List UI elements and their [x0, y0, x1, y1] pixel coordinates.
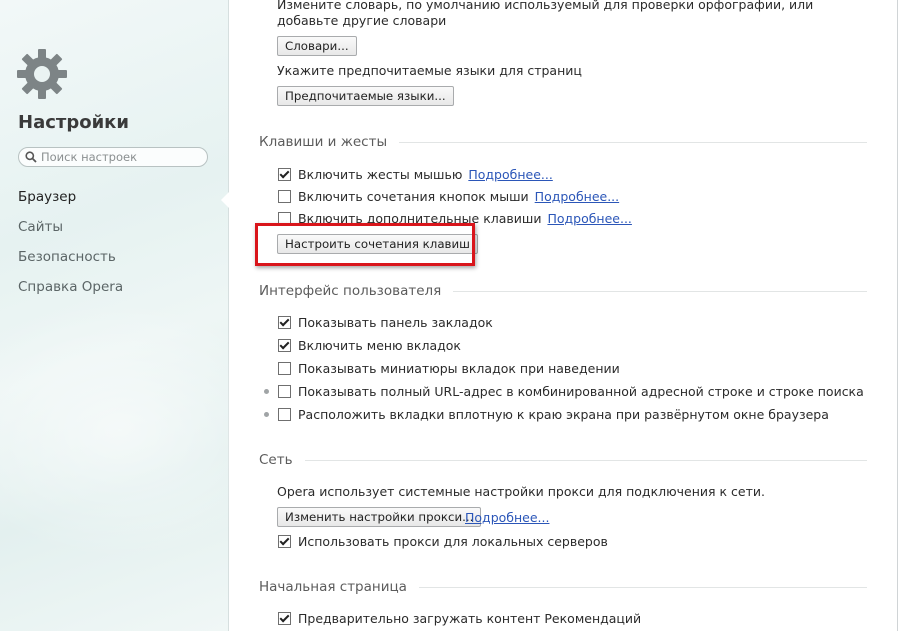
section-keys-gestures: Клавиши и жесты: [259, 134, 867, 150]
mouse-gestures-checkbox[interactable]: [278, 168, 291, 181]
tab-menu-checkbox[interactable]: [278, 339, 291, 352]
search-icon: [25, 151, 37, 163]
sidebar-nav: Браузер Сайты Безопасность Справка Opera: [18, 187, 123, 307]
section-title: Интерфейс пользователя: [259, 283, 442, 299]
section-divider: [304, 459, 867, 461]
option-label: Показывать полный URL-адрес в комбиниров…: [298, 384, 864, 399]
bookmarks-bar-checkbox[interactable]: [278, 316, 291, 329]
option-label: Показывать панель закладок: [298, 315, 493, 330]
option-tab-menu: Включить меню вкладок: [278, 338, 461, 353]
full-url-checkbox[interactable]: [278, 385, 291, 398]
sidebar-item-sites[interactable]: Сайты: [18, 217, 123, 247]
option-bookmarks-bar: Показывать панель закладок: [278, 315, 493, 330]
option-tab-thumbnails: Показывать миниатюры вкладок при наведен…: [278, 361, 620, 376]
search-input[interactable]: [41, 150, 201, 164]
sidebar: Настройки Браузер Сайты Безопасность Спр…: [0, 0, 300, 631]
more-info-link[interactable]: Подробнее...: [547, 211, 631, 226]
sidebar-item-help[interactable]: Справка Opera: [18, 277, 123, 307]
option-label: Включить жесты мышью: [298, 167, 463, 182]
option-mouse-gestures: Включить жесты мышью Подробнее...: [278, 167, 553, 182]
section-title: Сеть: [259, 452, 293, 468]
advanced-option-dot: [264, 412, 269, 417]
section-title: Клавиши и жесты: [259, 134, 388, 150]
dictionaries-button[interactable]: Словари...: [277, 36, 357, 56]
option-preload-recommendations: Предварительно загружать контент Рекомен…: [278, 611, 641, 626]
sidebar-item-browser[interactable]: Браузер: [18, 187, 123, 217]
tab-thumbnails-checkbox[interactable]: [278, 362, 291, 375]
settings-page: Настройки Браузер Сайты Безопасность Спр…: [0, 0, 898, 631]
highlight-box: [255, 223, 475, 266]
section-divider: [418, 586, 867, 588]
preferred-languages-button[interactable]: Предпочитаемые языки...: [277, 86, 454, 106]
option-label: Расположить вкладки вплотную к краю экра…: [298, 407, 829, 422]
sidebar-title: Настройки: [18, 112, 130, 133]
advanced-option-dot: [264, 389, 269, 394]
section-divider: [399, 141, 867, 143]
section-divider: [453, 290, 867, 292]
local-proxy-checkbox[interactable]: [278, 535, 291, 548]
section-title: Начальная страница: [259, 579, 407, 595]
dictionary-description: Измените словарь, по умолчанию используе…: [277, 0, 814, 28]
option-label: Использовать прокси для локальных сервер…: [298, 534, 608, 549]
sidebar-item-security[interactable]: Безопасность: [18, 247, 123, 277]
section-user-interface: Интерфейс пользователя: [259, 283, 867, 299]
option-label: Предварительно загружать контент Рекомен…: [298, 611, 642, 626]
option-local-proxy: Использовать прокси для локальных сервер…: [278, 534, 608, 549]
proxy-description: Opera использует системные настройки про…: [277, 484, 765, 499]
search-box[interactable]: [18, 147, 208, 167]
option-mouse-button-combos: Включить сочетания кнопок мыши Подробнее…: [278, 189, 619, 204]
preload-recommendations-checkbox[interactable]: [278, 612, 291, 625]
settings-content: Измените словарь, по умолчанию используе…: [229, 0, 898, 631]
option-label: Включить сочетания кнопок мыши: [298, 189, 529, 204]
languages-description: Укажите предпочитаемые языки для страниц: [277, 63, 582, 78]
active-item-pointer: [221, 192, 229, 208]
tabs-edge-checkbox[interactable]: [278, 408, 291, 421]
section-start-page: Начальная страница: [259, 579, 867, 595]
option-label: Включить меню вкладок: [298, 338, 461, 353]
option-full-url: Показывать полный URL-адрес в комбиниров…: [278, 384, 864, 399]
more-info-link[interactable]: Подробнее...: [468, 167, 552, 182]
section-network: Сеть: [259, 452, 867, 468]
more-info-link[interactable]: Подробнее...: [465, 510, 549, 525]
mouse-button-combos-checkbox[interactable]: [278, 190, 291, 203]
option-tabs-edge: Расположить вкладки вплотную к краю экра…: [278, 407, 829, 422]
gear-icon: [17, 49, 67, 99]
proxy-settings-button[interactable]: Изменить настройки прокси...: [277, 507, 482, 527]
more-info-link[interactable]: Подробнее...: [535, 189, 619, 204]
option-label: Показывать миниатюры вкладок при наведен…: [298, 361, 620, 376]
